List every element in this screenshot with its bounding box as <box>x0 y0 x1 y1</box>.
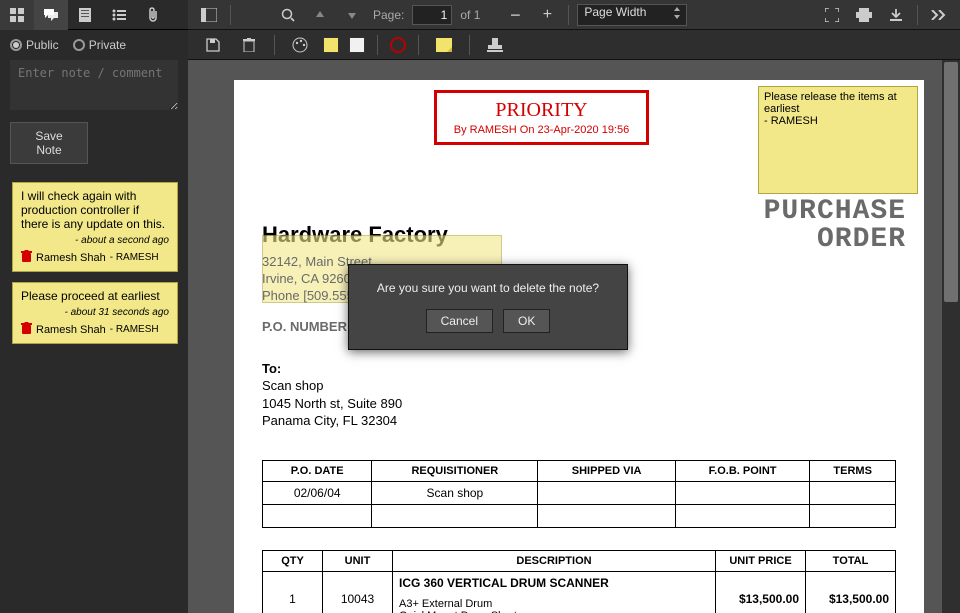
tab-doc[interactable] <box>68 0 102 30</box>
radio-private-label: Private <box>89 38 126 52</box>
note-text: Please proceed at earliest <box>21 289 169 303</box>
notes-list: I will check again with production contr… <box>0 176 188 354</box>
save-icon <box>206 38 220 52</box>
sidebar-tabs <box>0 0 188 30</box>
page-icon <box>79 8 91 22</box>
sidebar-icon <box>201 8 217 22</box>
to-block: To: Scan shop 1045 North st, Suite 890 P… <box>262 360 896 430</box>
page-input[interactable] <box>412 5 452 25</box>
note-org: - RAMESH <box>110 324 159 335</box>
delete-annot-button[interactable] <box>236 32 262 58</box>
page-total: of 1 <box>460 8 480 22</box>
table-row: 02/06/04 Scan shop <box>263 481 896 504</box>
note-meta: - about 31 seconds ago <box>21 307 169 318</box>
sticky-icon <box>436 38 452 52</box>
items-table: QTY UNIT DESCRIPTION UNIT PRICE TOTAL 1 … <box>262 550 896 613</box>
note-card[interactable]: I will check again with production contr… <box>12 182 178 272</box>
save-annot-button[interactable] <box>200 32 226 58</box>
left-sidebar: Public Private Save Note I will check ag… <box>0 0 188 613</box>
table-row: 1 10043 ICG 360 VERTICAL DRUM SCANNER A3… <box>263 571 896 613</box>
next-page-button[interactable] <box>339 2 365 28</box>
note-input[interactable] <box>10 60 178 110</box>
note-author: Ramesh Shah <box>36 252 106 264</box>
purchase-order-stamp: PURCHASEORDER <box>764 198 906 254</box>
arrow-down-icon <box>346 9 358 21</box>
list-icon <box>112 9 126 21</box>
toggle-sidebar-button[interactable] <box>196 2 222 28</box>
zoom-in-button[interactable]: + <box>534 2 560 28</box>
scrollbar-thumb[interactable] <box>944 62 958 302</box>
download-button[interactable] <box>883 2 909 28</box>
radio-public-label: Public <box>26 38 59 52</box>
vertical-scrollbar[interactable] <box>942 60 960 613</box>
clip-icon <box>147 7 159 23</box>
trash-icon[interactable] <box>21 250 32 265</box>
note-footer: Ramesh Shah - RAMESH <box>21 322 169 337</box>
chat-icon <box>43 8 59 22</box>
sticky-line1: Please release the items at earliest <box>764 91 912 115</box>
info-table: P.O. DATE REQUISITIONER SHIPPED VIA F.O.… <box>262 460 896 528</box>
print-icon <box>856 8 872 22</box>
priority-by: By RAMESH On 23-Apr-2020 19:56 <box>437 124 646 136</box>
fullscreen-icon <box>825 8 839 22</box>
note-text: I will check again with production contr… <box>21 189 169 231</box>
priority-title: PRIORITY <box>437 99 646 122</box>
note-org: - RAMESH <box>110 252 159 263</box>
radio-public[interactable]: Public <box>10 38 59 52</box>
ok-button[interactable]: OK <box>503 309 550 333</box>
note-author: Ramesh Shah <box>36 324 106 336</box>
zoom-out-button[interactable]: − <box>502 2 528 28</box>
radio-dot-icon <box>73 39 85 51</box>
sticky-line2: - RAMESH <box>764 115 912 127</box>
table-row <box>263 504 896 527</box>
note-meta: - about a second ago <box>21 235 169 246</box>
cancel-button[interactable]: Cancel <box>426 309 493 333</box>
highlight-white-swatch[interactable] <box>349 37 365 53</box>
stamp-icon <box>487 38 503 52</box>
circle-annot-button[interactable] <box>390 37 406 53</box>
privacy-row: Public Private <box>0 30 188 60</box>
search-icon <box>281 8 295 22</box>
search-button[interactable] <box>275 2 301 28</box>
tab-attach[interactable] <box>136 0 170 30</box>
more-tools-button[interactable] <box>926 2 952 28</box>
trash-icon[interactable] <box>21 322 32 337</box>
fullscreen-button[interactable] <box>819 2 845 28</box>
zoom-value: Page Width <box>584 5 646 19</box>
modal-message: Are you sure you want to delete the note… <box>363 281 613 295</box>
palette-icon <box>292 37 308 53</box>
priority-stamp[interactable]: PRIORITY By RAMESH On 23-Apr-2020 19:56 <box>434 90 649 145</box>
page-label: Page: <box>373 8 404 22</box>
sticky-annotation[interactable]: Please release the items at earliest - R… <box>758 86 918 194</box>
note-footer: Ramesh Shah - RAMESH <box>21 250 169 265</box>
stamp-button[interactable] <box>482 32 508 58</box>
arrow-up-icon <box>314 9 326 21</box>
highlight-yellow-swatch[interactable] <box>323 37 339 53</box>
grid-icon <box>10 8 24 22</box>
save-note-button[interactable]: Save Note <box>10 122 88 164</box>
viewer-toolbar: Page: of 1 − + Page Width <box>188 0 960 30</box>
tab-outline[interactable] <box>102 0 136 30</box>
annotation-toolbar <box>188 30 960 60</box>
prev-page-button[interactable] <box>307 2 333 28</box>
tab-thumbnails[interactable] <box>0 0 34 30</box>
tab-comments[interactable] <box>34 0 68 30</box>
sticky-note-button[interactable] <box>431 32 457 58</box>
trash-icon <box>243 38 255 52</box>
chevron-double-right-icon <box>931 10 947 20</box>
radio-private[interactable]: Private <box>73 38 126 52</box>
print-button[interactable] <box>851 2 877 28</box>
radio-dot-icon <box>10 39 22 51</box>
color-picker-button[interactable] <box>287 32 313 58</box>
zoom-select[interactable]: Page Width <box>577 4 687 26</box>
note-card[interactable]: Please proceed at earliest - about 31 se… <box>12 282 178 344</box>
confirm-delete-modal: Are you sure you want to delete the note… <box>348 264 628 350</box>
download-icon <box>889 8 903 22</box>
